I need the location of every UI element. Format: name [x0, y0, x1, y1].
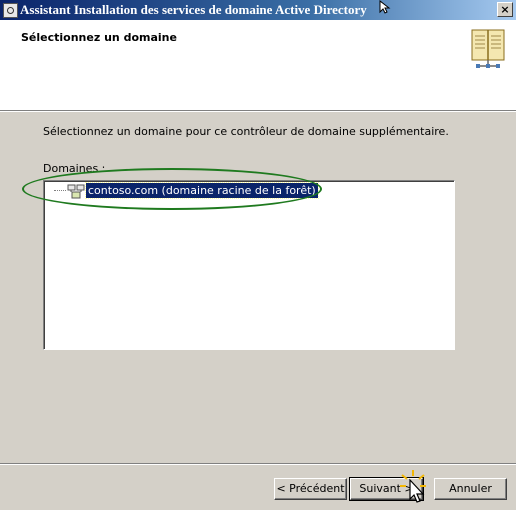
- domains-label: Domaines :: [43, 162, 106, 175]
- tree-connector: [54, 190, 66, 191]
- domain-tree[interactable]: contoso.com (domaine racine de la forêt): [43, 180, 455, 350]
- page-title: Sélectionnez un domaine: [21, 31, 177, 44]
- next-button[interactable]: Suivant >: [349, 477, 424, 501]
- instruction-text: Sélectionnez un domaine pour ce contrôle…: [43, 125, 449, 138]
- footer-separator: [0, 463, 516, 465]
- tree-item-contoso[interactable]: contoso.com (domaine racine de la forêt): [54, 182, 319, 199]
- back-button[interactable]: < Précédent: [274, 478, 347, 500]
- title-bar: Assistant Installation des services de d…: [0, 0, 516, 20]
- wizard-header: Sélectionnez un domaine: [0, 20, 516, 110]
- app-icon: [3, 3, 18, 18]
- close-button[interactable]: ×: [497, 2, 513, 17]
- cancel-button[interactable]: Annuler: [434, 478, 507, 500]
- window-title: Assistant Installation des services de d…: [20, 2, 367, 17]
- domain-icon: [67, 184, 85, 199]
- book-icon: [471, 29, 505, 68]
- tree-item-label[interactable]: contoso.com (domaine racine de la forêt): [85, 182, 319, 199]
- header-separator: [0, 110, 516, 112]
